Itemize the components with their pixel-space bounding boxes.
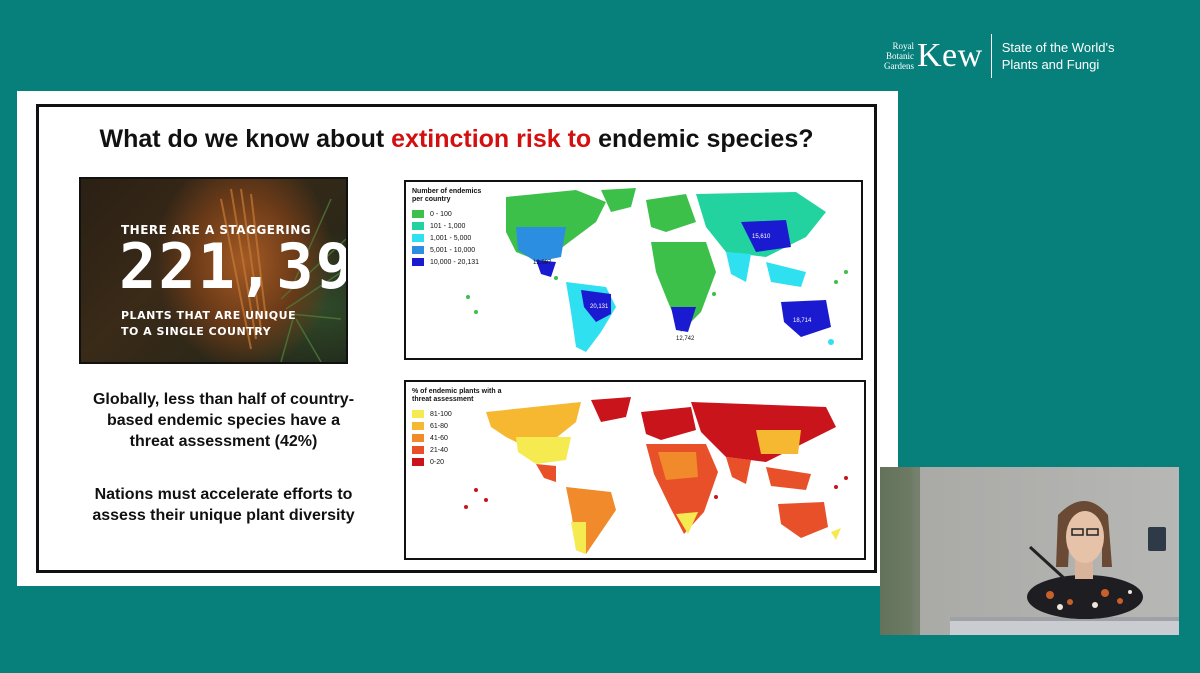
label-usa: 12,097 bbox=[533, 260, 552, 266]
endemics-legend-swatch bbox=[412, 258, 424, 266]
threat-legend-swatch bbox=[412, 434, 424, 442]
threat-legend-item: 41-60 bbox=[412, 432, 501, 444]
org-line-3: Gardens bbox=[884, 61, 914, 71]
threat-legend-label: 61-80 bbox=[430, 422, 448, 430]
threat-legend-rows: 81-100 61-80 41-60 21-40 0-20 bbox=[412, 408, 501, 468]
threat-legend-label: 41-60 bbox=[430, 434, 448, 442]
threat-legend-item: 0-20 bbox=[412, 456, 501, 468]
threat-legend-item: 81-100 bbox=[412, 408, 501, 420]
report-title-line-2: Plants and Fungi bbox=[1001, 57, 1100, 72]
endemics-legend-label: 1,001 - 5,000 bbox=[430, 234, 472, 242]
endemics-legend-item: 1,001 - 5,000 bbox=[412, 232, 481, 244]
label-australia: 18,714 bbox=[793, 318, 812, 324]
threat-legend-item: 61-80 bbox=[412, 420, 501, 432]
endemics-legend-swatch bbox=[412, 246, 424, 254]
threat-legend-title-line-2: threat assessment bbox=[412, 396, 474, 403]
endemics-legend-item: 0 - 100 bbox=[412, 208, 481, 220]
threat-legend-title-line-1: % of endemic plants with a bbox=[412, 388, 502, 395]
threat-legend-swatch bbox=[412, 410, 424, 418]
brand-divider bbox=[990, 34, 992, 78]
endemics-legend-swatch bbox=[412, 234, 424, 242]
photo-caption-line-2: PLANTS THAT ARE UNIQUE bbox=[121, 309, 297, 322]
speaker-video bbox=[880, 467, 1179, 635]
threat-legend: % of endemic plants with a threat assess… bbox=[412, 388, 501, 468]
org-line-2: Botanic bbox=[886, 51, 914, 61]
endemics-legend: Number of endemics per country 0 - 100 10… bbox=[412, 188, 481, 268]
endemics-legend-label: 5,001 - 10,000 bbox=[430, 246, 476, 254]
slide-frame: What do we know about extinction risk to… bbox=[36, 104, 877, 573]
endemics-legend-swatch bbox=[412, 210, 424, 218]
endemics-legend-label: 0 - 100 bbox=[430, 210, 452, 218]
photo-number: 221,399 bbox=[119, 230, 346, 303]
banksia-photo: THERE ARE A STAGGERING 221,399 PLANTS TH… bbox=[79, 177, 348, 364]
threat-legend-swatch bbox=[412, 446, 424, 454]
org-line-1: Royal bbox=[892, 41, 915, 51]
endemics-legend-swatch bbox=[412, 222, 424, 230]
endemics-legend-title-line-1: Number of endemics bbox=[412, 188, 482, 195]
threat-legend-title: % of endemic plants with a threat assess… bbox=[412, 388, 501, 404]
slide-title: What do we know about extinction risk to… bbox=[39, 125, 874, 154]
report-title: State of the World's Plants and Fungi bbox=[1002, 39, 1115, 73]
endemics-legend-item: 5,001 - 10,000 bbox=[412, 244, 481, 256]
endemics-legend-label: 101 - 1,000 bbox=[430, 222, 466, 230]
label-south-africa: 12,742 bbox=[676, 336, 695, 342]
kew-org-name: Royal Botanic Gardens bbox=[884, 41, 914, 71]
threat-assessment-map: % of endemic plants with a threat assess… bbox=[404, 380, 866, 560]
title-part-2: endemic species? bbox=[591, 125, 814, 153]
presentation-slide: What do we know about extinction risk to… bbox=[17, 91, 898, 586]
label-china: 15,610 bbox=[752, 234, 771, 240]
threat-legend-label: 81-100 bbox=[430, 410, 452, 418]
endemics-legend-title: Number of endemics per country bbox=[412, 188, 481, 204]
endemics-legend-rows: 0 - 100 101 - 1,000 1,001 - 5,000 5,001 - 1… bbox=[412, 208, 481, 268]
threat-legend-item: 21-40 bbox=[412, 444, 501, 456]
report-title-line-1: State of the World's bbox=[1001, 40, 1115, 55]
threat-legend-label: 0-20 bbox=[430, 458, 445, 466]
endemics-legend-item: 101 - 1,000 bbox=[412, 220, 481, 232]
speaker-video-frame bbox=[880, 467, 1179, 635]
slide-body-text-2: Nations must accelerate efforts to asses… bbox=[92, 486, 355, 524]
kew-logo: Kew bbox=[917, 37, 983, 74]
threat-legend-swatch bbox=[412, 458, 424, 466]
endemics-count-map: 12,097 20,131 12,742 15,610 18,714 Numbe… bbox=[404, 180, 863, 360]
endemics-legend-item: 10,000 - 20,131 bbox=[412, 256, 481, 268]
title-part-1: What do we know about bbox=[99, 125, 392, 153]
threat-legend-label: 21-40 bbox=[430, 446, 448, 454]
label-brazil: 20,131 bbox=[590, 304, 609, 310]
endemics-legend-title-line-2: per country bbox=[412, 196, 451, 203]
photo-caption-line-3: TO A SINGLE COUNTRY bbox=[121, 325, 272, 338]
slide-body-text-1: Globally, less than half of country-base… bbox=[92, 391, 355, 450]
endemics-legend-label: 10,000 - 20,131 bbox=[430, 258, 480, 266]
title-highlight: extinction risk to bbox=[391, 125, 592, 153]
kew-branding: Royal Botanic Gardens Kew State of the W… bbox=[884, 34, 1115, 78]
threat-legend-swatch bbox=[412, 422, 424, 430]
